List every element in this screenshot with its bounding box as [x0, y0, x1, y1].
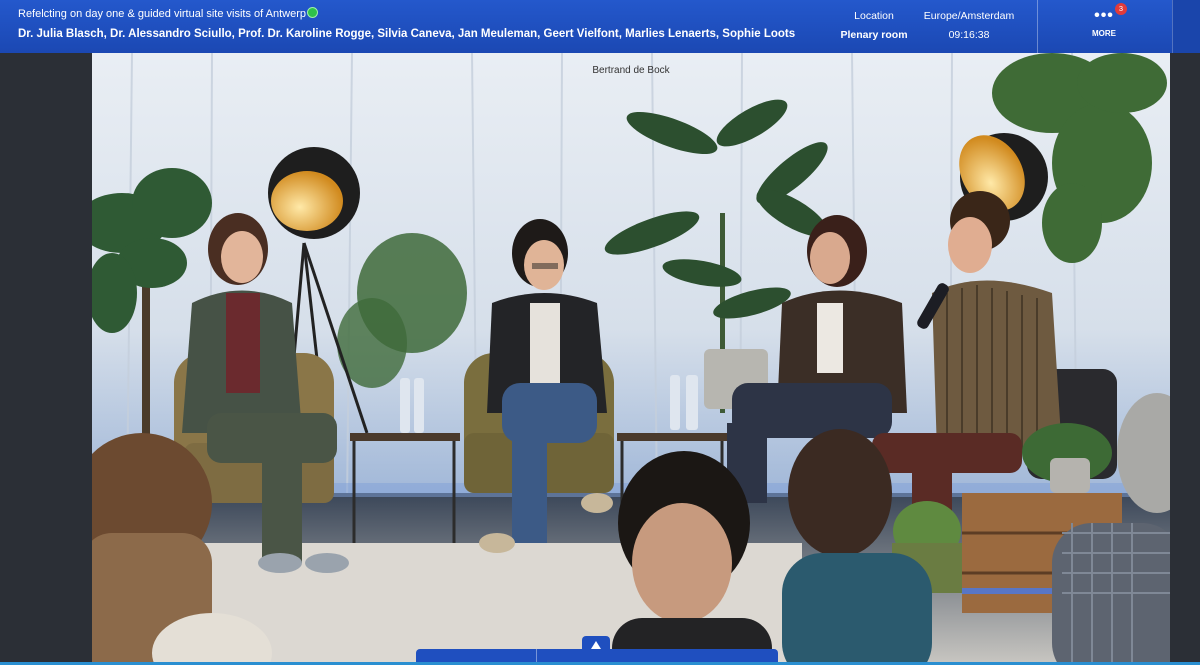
- header-divider: [1037, 0, 1038, 53]
- chevron-up-icon: [591, 641, 601, 649]
- session-title: Refelcting on day one & guided virtual s…: [18, 8, 306, 20]
- location-value: Plenary room: [840, 29, 908, 41]
- side-panel-toggle[interactable]: [1172, 0, 1200, 53]
- expand-panel-button[interactable]: [582, 636, 610, 650]
- session-title-row: Refelcting on day one & guided virtual s…: [18, 7, 318, 20]
- speaker-list: Dr. Julia Blasch, Dr. Alessandro Sciullo…: [18, 28, 796, 40]
- video-frame: [92, 53, 1170, 665]
- session-header: Refelcting on day one & guided virtual s…: [0, 0, 1200, 53]
- time-info: Europe/Amsterdam 09:16:38: [922, 10, 1016, 41]
- location-label: Location: [854, 10, 894, 22]
- presenter-name: Bertrand de Bock: [592, 65, 670, 76]
- timezone-label: Europe/Amsterdam: [923, 10, 1015, 22]
- video-stream[interactable]: Bertrand de Bock: [92, 53, 1170, 665]
- location-info: Location Plenary room: [828, 10, 920, 41]
- clock-time: 09:16:38: [948, 29, 990, 41]
- live-status-icon: [307, 7, 318, 18]
- notification-badge: 3: [1115, 3, 1127, 15]
- more-label: MORE: [1092, 29, 1116, 38]
